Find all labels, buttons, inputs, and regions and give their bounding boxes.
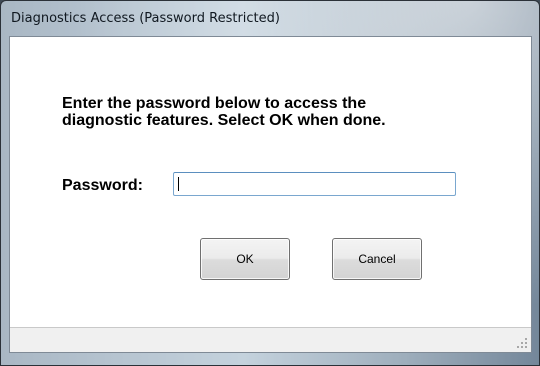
password-label: Password:: [62, 177, 143, 194]
resize-grip-icon[interactable]: [516, 337, 528, 349]
title-bar[interactable]: Diagnostics Access (Password Restricted): [1, 1, 539, 35]
ok-button[interactable]: OK: [200, 238, 290, 280]
cancel-button[interactable]: Cancel: [332, 238, 422, 280]
text-caret: [178, 177, 179, 191]
status-bar: [10, 327, 531, 352]
dialog-client-area: Enter the password below to access the d…: [9, 36, 532, 353]
diagnostics-dialog-window: Diagnostics Access (Password Restricted)…: [0, 0, 540, 366]
instruction-text: Enter the password below to access the d…: [62, 95, 386, 129]
window-title: Diagnostics Access (Password Restricted): [11, 11, 280, 26]
password-input[interactable]: [173, 172, 456, 196]
